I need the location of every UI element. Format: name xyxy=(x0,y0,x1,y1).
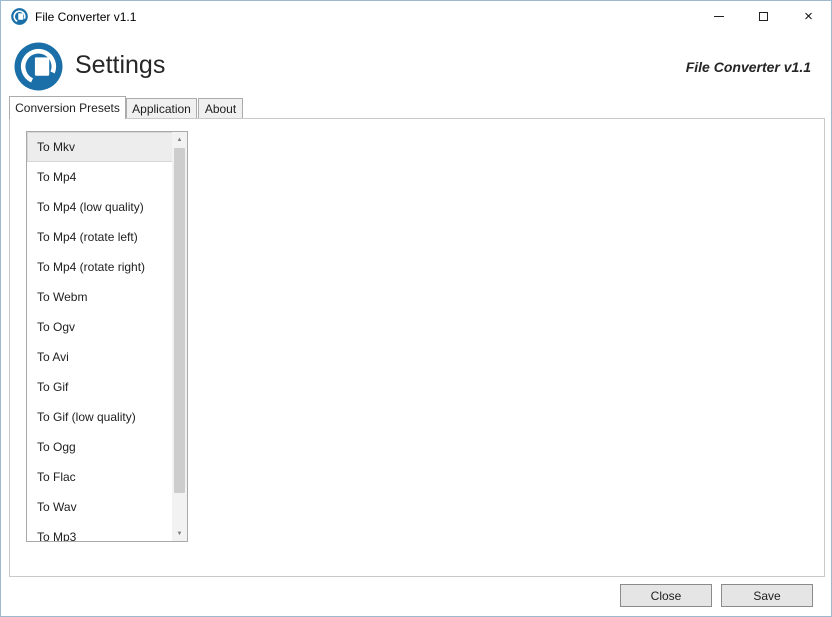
scroll-up-icon[interactable]: ▲ xyxy=(172,132,187,147)
app-version-text: File Converter v1.1 xyxy=(685,59,811,75)
close-dialog-button[interactable]: Close xyxy=(620,584,712,607)
preset-list-item[interactable]: To Gif xyxy=(27,372,174,402)
preset-list-item[interactable]: To Avi xyxy=(27,342,174,372)
preset-list-item[interactable]: To Mp3 xyxy=(27,522,174,541)
minimize-button[interactable] xyxy=(696,1,741,32)
tab-label: Conversion Presets xyxy=(15,101,120,115)
scroll-down-icon[interactable]: ▼ xyxy=(172,526,187,541)
preset-list-item[interactable]: To Ogg xyxy=(27,432,174,462)
tab-label: About xyxy=(204,101,237,116)
app-logo-icon xyxy=(14,42,63,91)
tab-conversion-presets[interactable]: Conversion Presets xyxy=(9,96,126,119)
preset-list-item[interactable]: To Mp4 (rotate right) xyxy=(27,252,174,282)
titlebar: File Converter v1.1 × xyxy=(1,1,831,33)
preset-list-item[interactable]: To Ogv xyxy=(27,312,174,342)
preset-list: To Mkv To Mp4 To Mp4 (low quality) To Mp… xyxy=(26,131,188,542)
tab-label: Application xyxy=(132,101,191,116)
preset-list-scrollbar[interactable]: ▲ ▼ xyxy=(172,132,187,541)
minimize-icon xyxy=(713,16,724,17)
maximize-button[interactable] xyxy=(741,1,786,32)
preset-list-item[interactable]: To Wav xyxy=(27,492,174,522)
maximize-icon xyxy=(759,12,768,21)
preset-list-item[interactable]: To Mp4 xyxy=(27,162,174,192)
tab-application[interactable]: Application xyxy=(126,98,197,118)
window-title: File Converter v1.1 xyxy=(35,10,137,24)
scrollbar-thumb[interactable] xyxy=(174,148,185,493)
app-window: File Converter v1.1 × Settings File Conv… xyxy=(0,0,832,617)
tab-about[interactable]: About xyxy=(198,98,243,118)
page-title: Settings xyxy=(75,51,166,79)
save-button[interactable]: Save xyxy=(721,584,813,607)
app-icon xyxy=(11,8,28,25)
close-button[interactable]: × xyxy=(786,1,831,32)
preset-list-item[interactable]: To Mp4 (low quality) xyxy=(27,192,174,222)
preset-list-item[interactable]: To Flac xyxy=(27,462,174,492)
window-controls: × xyxy=(696,1,831,32)
preset-list-item[interactable]: To Mkv xyxy=(27,132,174,162)
preset-list-item[interactable]: To Mp4 (rotate left) xyxy=(27,222,174,252)
preset-list-item[interactable]: To Webm xyxy=(27,282,174,312)
preset-list-item[interactable]: To Gif (low quality) xyxy=(27,402,174,432)
close-icon: × xyxy=(804,8,813,25)
